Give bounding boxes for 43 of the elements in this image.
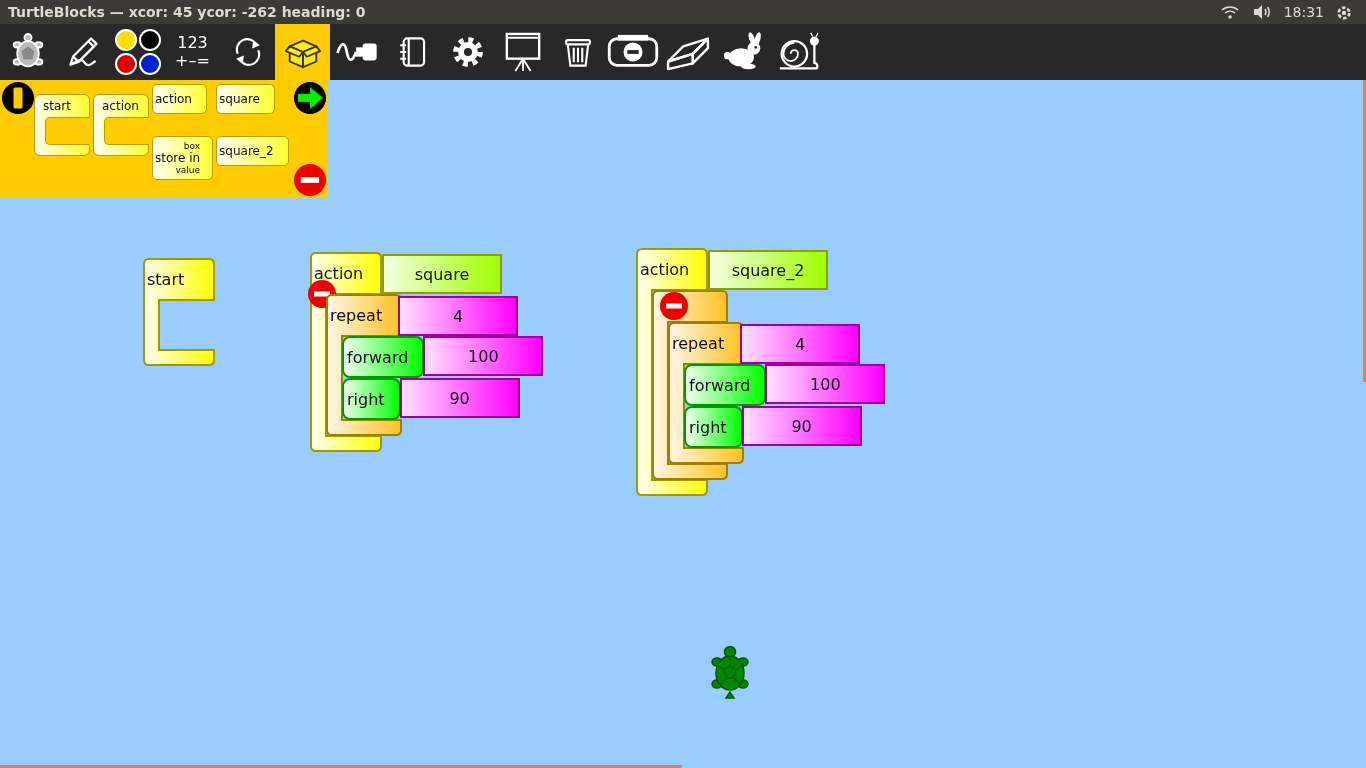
- slot-label: box: [183, 140, 201, 151]
- number-argument[interactable]: 100: [423, 336, 544, 376]
- volume-icon[interactable]: [1251, 4, 1272, 20]
- command-block[interactable]: right: [342, 378, 401, 420]
- block-label: repeat: [330, 305, 383, 325]
- color-dots-icon: [113, 28, 162, 76]
- command-block[interactable]: right: [684, 406, 743, 448]
- block-label: store in: [155, 150, 201, 165]
- number-argument[interactable]: 4: [740, 324, 860, 364]
- clock-time[interactable]: 18:31: [1283, 4, 1324, 20]
- window-title: TurtleBlocks — xcor: 45 ycor: -262 heading: 0: [8, 4, 367, 20]
- block-label: action: [102, 99, 139, 113]
- number-argument[interactable]: 4: [398, 296, 518, 336]
- name-argument[interactable]: square: [382, 254, 502, 294]
- command-block[interactable]: forward: [342, 336, 425, 378]
- turtle-icon: [710, 645, 750, 699]
- command-block[interactable]: square: [216, 84, 275, 114]
- scrollbar[interactable]: [1363, 80, 1366, 382]
- command-block[interactable]: action: [152, 84, 207, 114]
- store-block[interactable]: box store in value: [152, 135, 214, 180]
- number-argument[interactable]: 90: [741, 406, 862, 446]
- command-block[interactable]: square_2: [216, 135, 289, 166]
- name-argument[interactable]: square_2: [708, 250, 828, 290]
- number-argument[interactable]: 100: [765, 364, 886, 404]
- wifi-icon[interactable]: [1219, 4, 1240, 20]
- scrollbar[interactable]: [0, 765, 682, 768]
- hat-block[interactable]: action: [93, 94, 149, 156]
- command-block[interactable]: forward: [684, 364, 767, 406]
- next-arrow-button[interactable]: [294, 82, 326, 114]
- block-label: start: [147, 269, 185, 289]
- orientation-button[interactable]: [2, 82, 34, 114]
- easel-icon: [503, 30, 542, 74]
- block-label: repeat: [672, 333, 725, 353]
- collapse-icon[interactable]: [660, 292, 688, 320]
- number-argument[interactable]: 90: [399, 378, 520, 418]
- block-label: start: [43, 99, 71, 113]
- hat-block[interactable]: start: [34, 94, 90, 156]
- toolbar-button[interactable]: [275, 24, 330, 80]
- block-label: action: [640, 259, 690, 279]
- slot-label: value: [175, 164, 201, 175]
- block-label: action: [314, 263, 364, 283]
- remove-button[interactable]: [294, 164, 326, 196]
- numbers-button[interactable]: 123 +–=: [165, 24, 220, 80]
